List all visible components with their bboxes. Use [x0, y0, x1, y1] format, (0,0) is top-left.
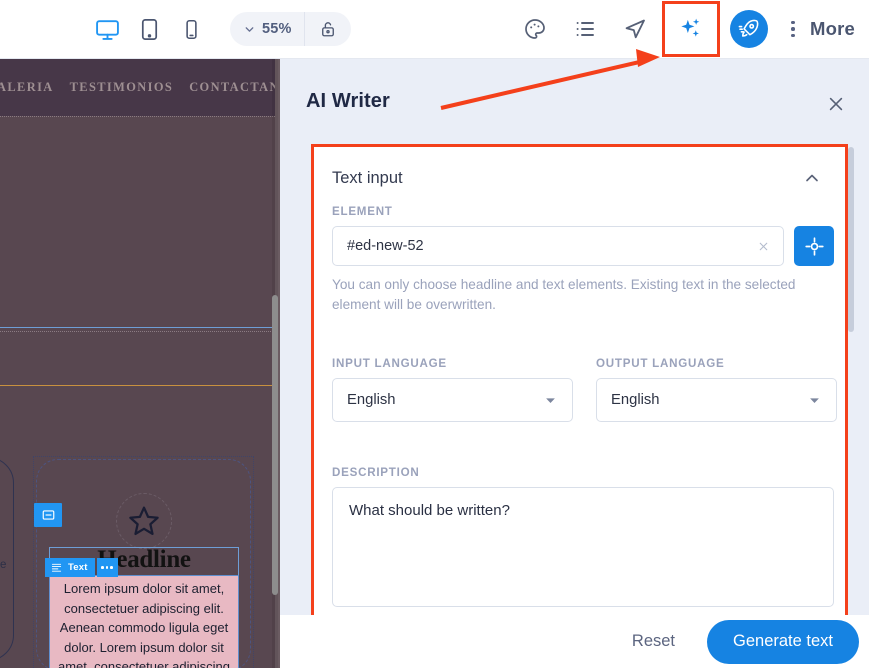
element-field-row: #ed-new-52 [332, 226, 834, 266]
element-picker-button[interactable] [794, 226, 834, 266]
rocket-icon [738, 19, 759, 37]
dot [101, 566, 104, 569]
selected-text-element[interactable]: Lorem ipsum dolor sit amet, consectetuer… [49, 575, 239, 668]
nav-item-galeria[interactable]: GALERIA [0, 80, 54, 95]
nav-item-testimonios[interactable]: TESTIMONIOS [70, 80, 174, 95]
section-divider-dashed [0, 116, 275, 117]
navigator-button[interactable] [610, 8, 660, 50]
send-arrow-icon [625, 19, 645, 39]
generate-text-button[interactable]: Generate text [707, 619, 859, 664]
section-divider-dashed [0, 331, 275, 332]
element-more-button[interactable] [96, 558, 118, 577]
more-label[interactable]: More [810, 18, 861, 40]
target-crosshair-icon [804, 236, 824, 256]
panel-action-bar: Reset Generate text [280, 615, 869, 668]
top-toolbar: 55% More [0, 0, 869, 59]
panel-scroll-thumb[interactable] [848, 147, 854, 332]
element-input-value: #ed-new-52 [347, 238, 424, 254]
text-element-icon [51, 563, 62, 572]
tablet-view-button[interactable] [128, 8, 170, 50]
element-type-chip[interactable]: Text [45, 558, 95, 577]
palette-icon [525, 19, 545, 39]
chevron-down-icon [245, 26, 253, 32]
dot [791, 20, 795, 25]
zoom-level-value[interactable]: 55% [260, 21, 304, 37]
section-badge-button[interactable] [34, 503, 62, 527]
output-language-value: English [611, 392, 660, 408]
toolbar-right-group: More [510, 1, 869, 57]
page-canvas[interactable]: GALERIA TESTIMONIOS CONTACTANOS T e Head… [0, 59, 280, 668]
zoom-control: 55% [230, 12, 351, 46]
section-title: Text input [332, 168, 403, 187]
design-palette-button[interactable] [510, 8, 560, 50]
dot [110, 566, 114, 569]
description-label: DESCRIPTION [332, 466, 420, 479]
element-type-label: Text [68, 562, 88, 573]
neighbor-card-text: e [0, 559, 7, 571]
close-icon [829, 97, 843, 111]
panel-title: AI Writer [306, 90, 390, 112]
input-language-select[interactable]: English [332, 378, 573, 422]
dot [791, 27, 795, 31]
section-icon [42, 510, 54, 520]
desktop-view-button[interactable] [86, 8, 128, 50]
zoom-dropdown-button[interactable] [230, 12, 260, 46]
section-divider-orange [0, 385, 275, 386]
input-language-label: INPUT LANGUAGE [332, 357, 447, 370]
mobile-icon [185, 19, 197, 39]
zoom-lock-button[interactable] [305, 12, 351, 46]
desktop-icon [95, 19, 119, 40]
output-language-label: OUTPUT LANGUAGE [596, 357, 725, 370]
ai-writer-button[interactable] [662, 1, 720, 57]
text-element-body: Lorem ipsum dolor sit amet, consectetuer… [58, 581, 230, 668]
site-navigation: GALERIA TESTIMONIOS CONTACTANOS T [0, 59, 280, 116]
text-input-section-card: Text input ELEMENT #ed-new-52 You can on… [311, 144, 848, 620]
element-field-label: ELEMENT [332, 205, 393, 218]
element-context-toolbar: Text [45, 558, 118, 577]
description-textarea[interactable]: What should be written? [332, 487, 834, 607]
input-language-value: English [347, 392, 396, 408]
canvas-scrollbar[interactable] [272, 59, 278, 668]
panel-close-button[interactable] [821, 89, 851, 119]
section-divider-selected [0, 327, 275, 328]
panel-header: AI Writer [280, 59, 869, 144]
section-collapse-button[interactable] [799, 165, 825, 191]
sparkles-icon [681, 18, 700, 37]
chevron-down-icon [810, 397, 819, 403]
mobile-view-button[interactable] [170, 8, 212, 50]
chevron-up-icon [806, 174, 818, 182]
dot [791, 33, 795, 38]
reset-button[interactable]: Reset [618, 624, 689, 659]
device-and-zoom-group: 55% [86, 8, 351, 50]
output-language-select[interactable]: English [596, 378, 837, 422]
dot [105, 566, 109, 569]
element-clear-button[interactable] [753, 236, 773, 256]
tablet-icon [141, 18, 157, 40]
ai-writer-panel: AI Writer Text input ELEMENT #ed-new-52 [280, 59, 869, 668]
close-small-icon [759, 242, 767, 250]
pages-list-button[interactable] [560, 8, 610, 50]
star-icon [129, 506, 159, 536]
list-icon [576, 22, 594, 36]
chevron-down-icon [546, 397, 555, 403]
more-menu-button[interactable] [776, 8, 810, 50]
unlock-icon [321, 22, 334, 37]
star-decoration [116, 493, 172, 549]
element-input[interactable]: #ed-new-52 [332, 226, 784, 266]
nav-item-contactanos[interactable]: CONTACTANOS [189, 80, 280, 95]
canvas-scroll-thumb[interactable] [272, 295, 278, 595]
publish-button[interactable] [730, 10, 768, 48]
panel-scrollbar[interactable] [848, 147, 854, 617]
element-hint-text: You can only choose headline and text el… [332, 277, 796, 312]
editor-app: 55% More ALERIA TESTIMONIOS CONTACTA e H… [0, 0, 869, 668]
section-header[interactable]: Text input [314, 147, 845, 209]
